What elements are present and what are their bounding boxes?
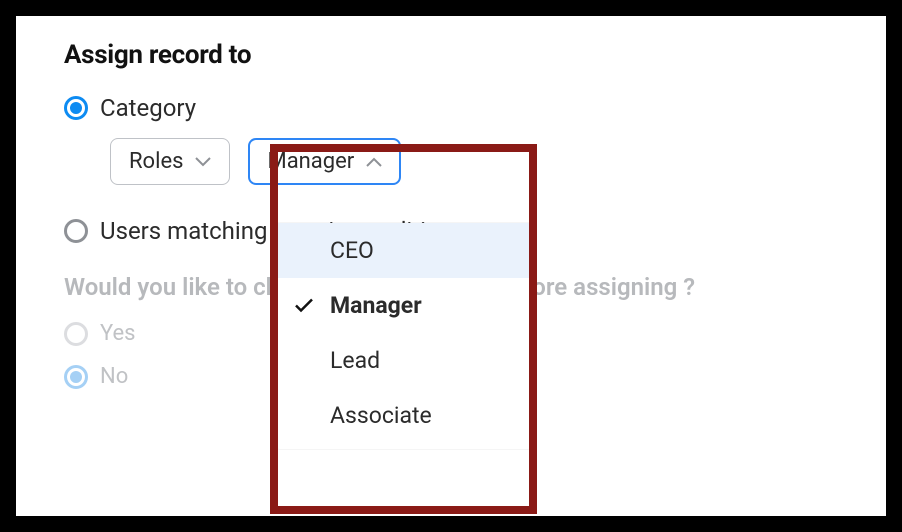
radio-disabled-icon bbox=[64, 322, 88, 346]
radio-disabled-selected-icon bbox=[64, 365, 88, 389]
dropdown-option-lead[interactable]: Lead bbox=[276, 333, 532, 388]
radio-category-label: Category bbox=[100, 94, 196, 122]
dropdown-option-ceo[interactable]: CEO bbox=[276, 223, 532, 278]
role-value-label: Manager bbox=[267, 149, 354, 174]
no-label: No bbox=[100, 364, 128, 389]
radio-selected-icon bbox=[64, 96, 88, 120]
roles-select-label: Roles bbox=[129, 149, 183, 174]
check-icon bbox=[294, 292, 314, 319]
dropdown-option-manager[interactable]: Manager bbox=[276, 278, 532, 333]
page-title: Assign record to bbox=[64, 40, 838, 70]
assign-panel: Assign record to Category Roles Manager bbox=[16, 16, 886, 516]
role-dropdown-panel: CEO Manager Lead Associate bbox=[276, 223, 532, 449]
dropdown-option-associate[interactable]: Associate bbox=[276, 388, 532, 443]
yes-label: Yes bbox=[100, 321, 136, 346]
caret-down-icon bbox=[195, 157, 211, 167]
role-value-select[interactable]: Manager bbox=[248, 138, 401, 185]
radio-unselected-icon bbox=[64, 219, 88, 243]
radio-category[interactable]: Category bbox=[64, 94, 838, 122]
roles-select[interactable]: Roles bbox=[110, 138, 230, 185]
caret-up-icon bbox=[366, 157, 382, 167]
category-selects-row: Roles Manager bbox=[110, 138, 838, 185]
